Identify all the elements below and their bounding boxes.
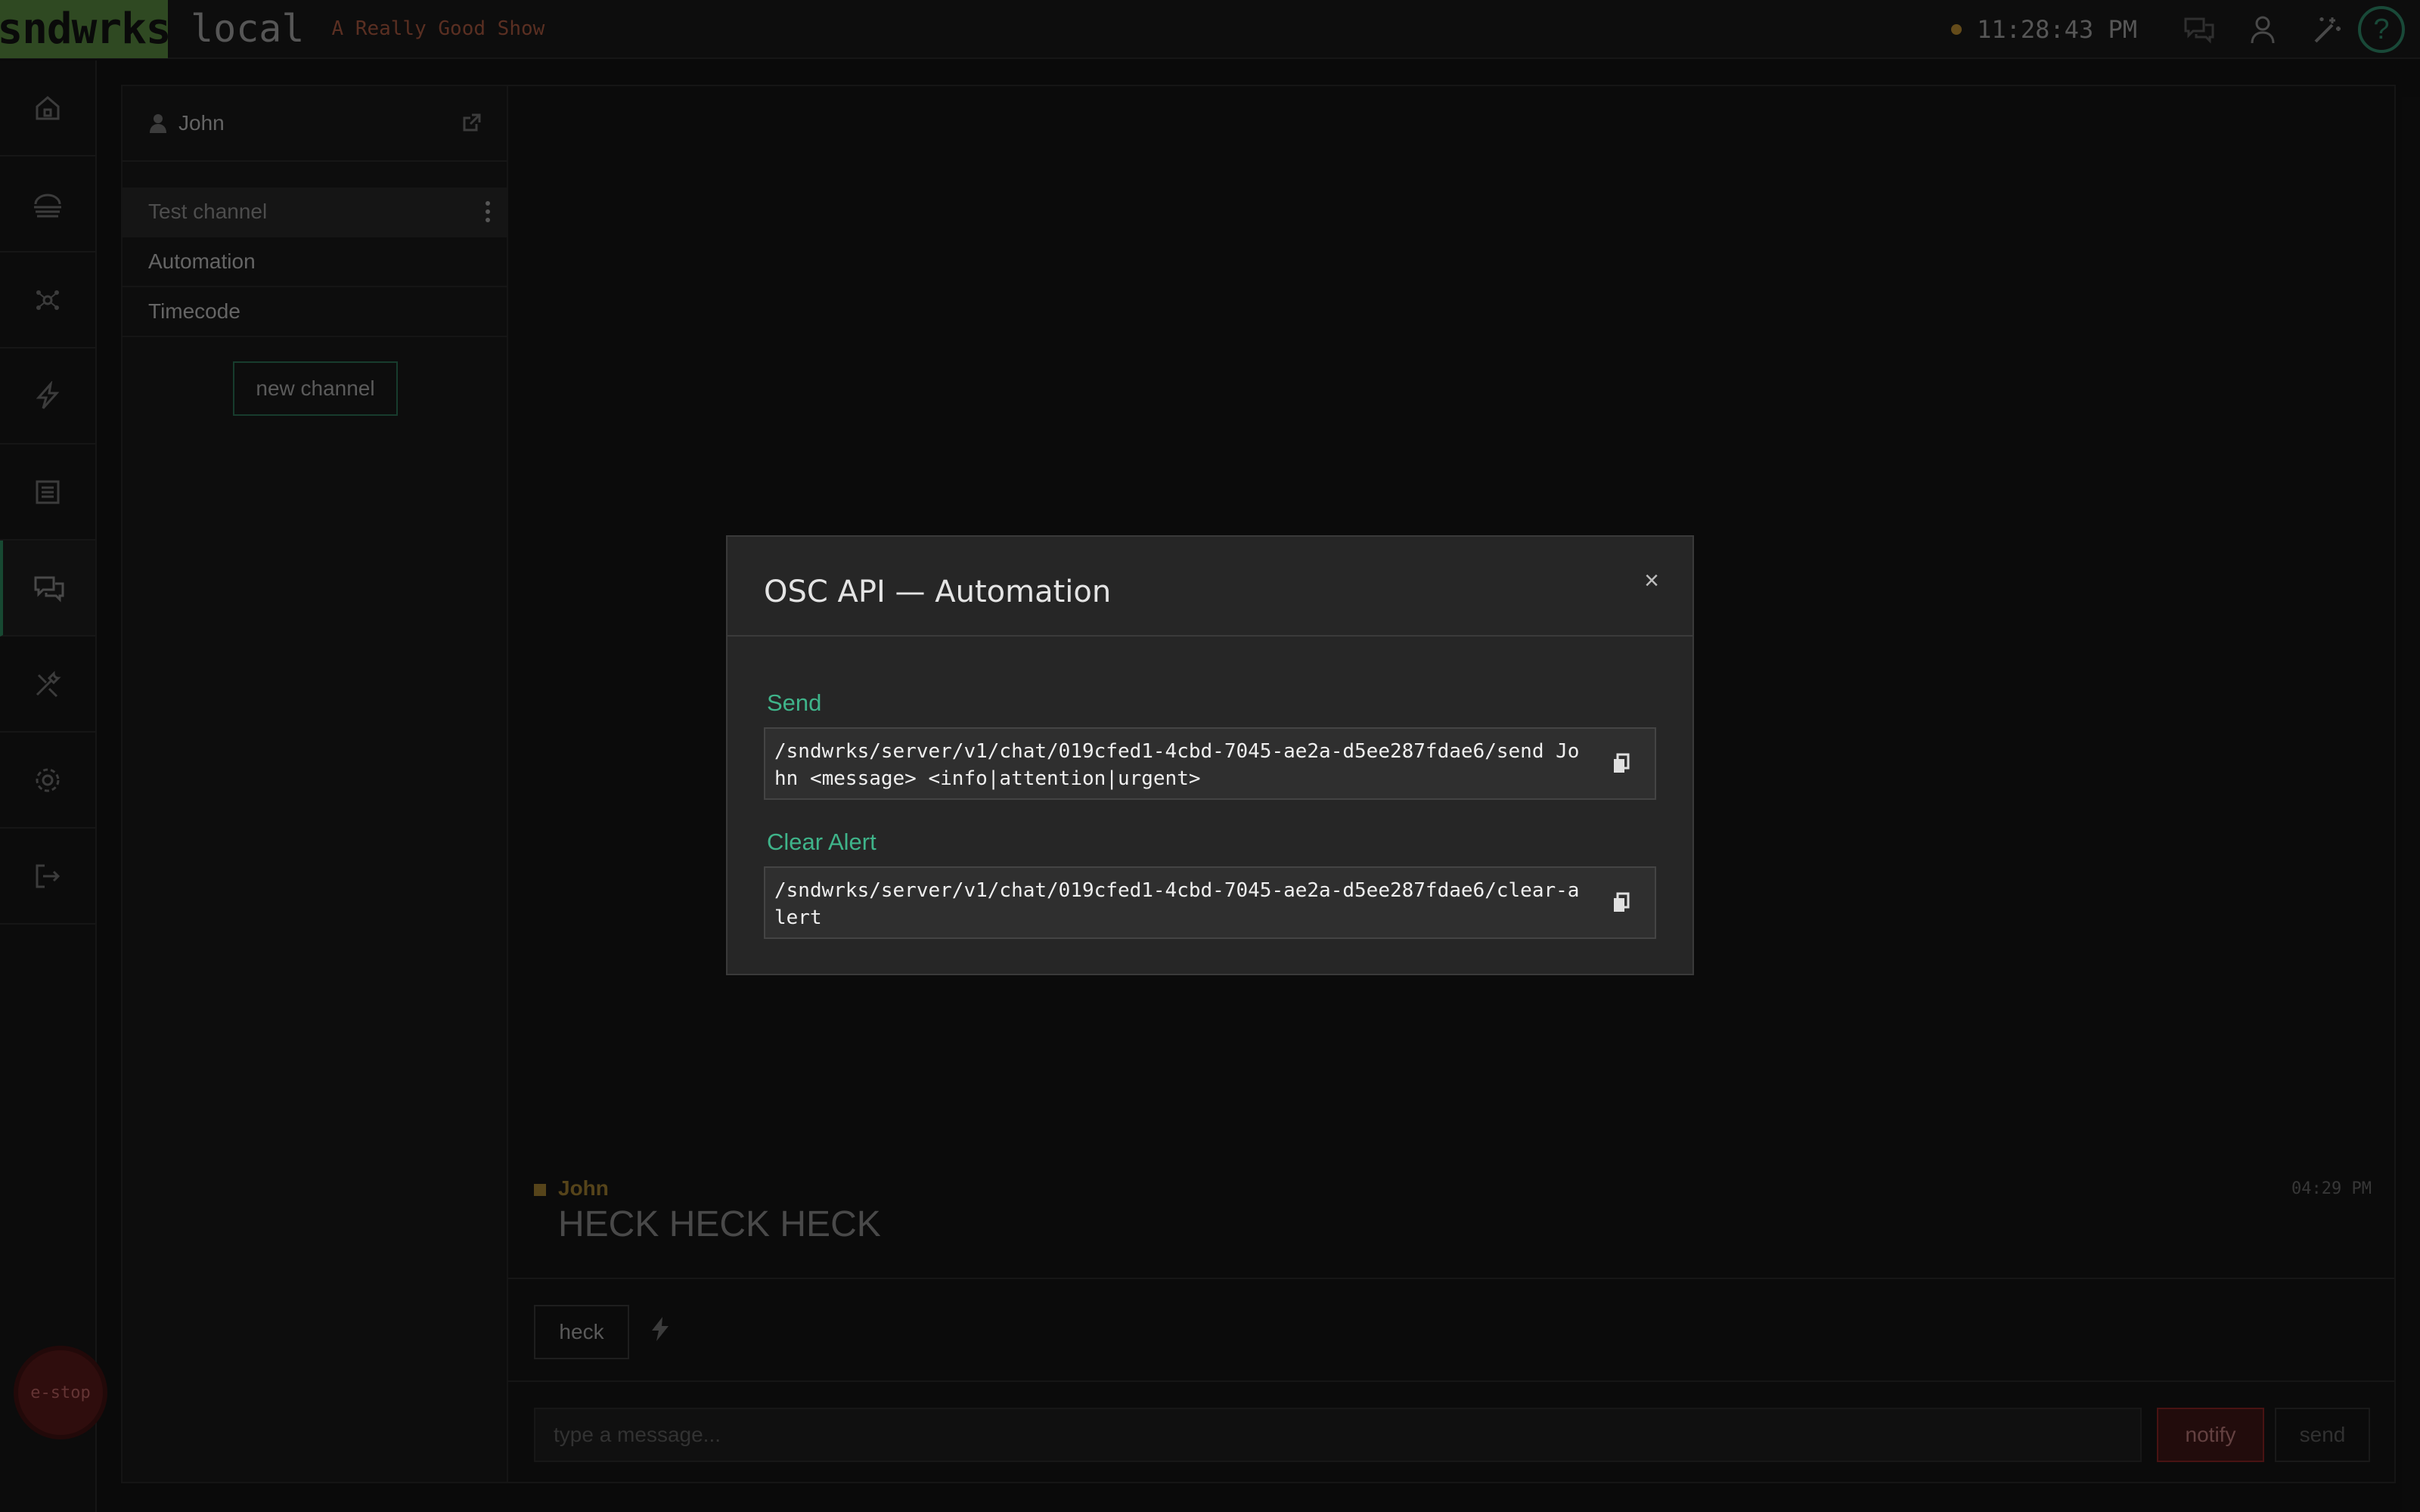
modal-title: OSC API — Automation [764,575,1112,609]
endpoint-path-box[interactable]: /sndwrks/server/v1/chat/019cfed1-4cbd-70… [764,866,1656,939]
endpoint-path-box[interactable]: /sndwrks/server/v1/chat/019cfed1-4cbd-70… [764,727,1656,800]
endpoint-label: Send [767,689,822,716]
copy-icon[interactable] [1612,753,1630,782]
close-icon[interactable]: × [1640,566,1664,595]
copy-icon[interactable] [1612,892,1630,921]
endpoint-path: /sndwrks/server/v1/chat/019cfed1-4cbd-70… [774,740,1580,790]
endpoint-path: /sndwrks/server/v1/chat/019cfed1-4cbd-70… [774,879,1580,929]
endpoint-label: Clear Alert [767,829,876,855]
osc-api-modal: OSC API — Automation × Send /sndwrks/ser… [726,535,1694,975]
modal-header: OSC API — Automation × [728,537,1692,637]
